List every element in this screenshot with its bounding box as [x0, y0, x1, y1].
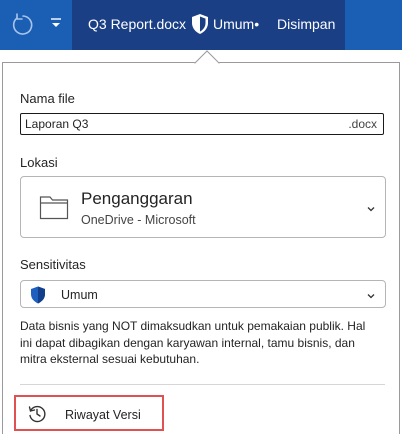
sensitivity-label: Sensitivitas: [20, 257, 86, 272]
shield-icon: [30, 286, 46, 304]
undo-icon[interactable]: [8, 10, 38, 40]
sensitivity-select[interactable]: Umum: [20, 280, 386, 308]
sensitivity-description: Data bisnis yang NOT dimaksudkan untuk p…: [20, 319, 366, 366]
document-name[interactable]: Q3 Report.docx: [88, 16, 186, 32]
divider: [20, 384, 385, 385]
history-icon: [27, 404, 47, 424]
chevron-down-icon[interactable]: [46, 12, 66, 36]
file-name-label: Nama file: [20, 91, 75, 106]
location-picker[interactable]: Penganggaran OneDrive - Microsoft: [20, 176, 386, 238]
title-bar: Q3 Report.docx Umum• Disimpan: [0, 0, 402, 50]
location-label: Lokasi: [20, 155, 58, 170]
version-history-button[interactable]: Riwayat Versi: [14, 395, 164, 431]
location-service: OneDrive - Microsoft: [81, 213, 196, 227]
version-history-label: Riwayat Versi: [65, 408, 141, 422]
file-extension: .docx: [348, 117, 377, 131]
chevron-down-icon: [365, 202, 377, 214]
file-name-input[interactable]: [25, 116, 325, 132]
sensitivity-selected-value: Umum: [61, 288, 98, 302]
chevron-down-icon: [365, 289, 377, 301]
file-name-field[interactable]: .docx: [20, 113, 384, 135]
shield-icon[interactable]: [190, 13, 210, 35]
sensitivity-label-title[interactable]: Umum•: [213, 16, 259, 32]
folder-icon: [39, 194, 69, 220]
save-status: Disimpan: [277, 16, 336, 32]
location-folder: Penganggaran: [81, 189, 193, 208]
